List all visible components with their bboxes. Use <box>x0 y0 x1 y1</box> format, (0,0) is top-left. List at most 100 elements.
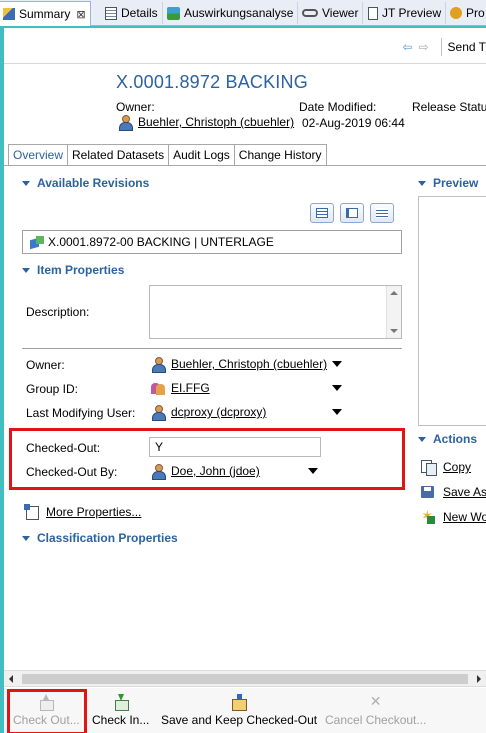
item-revision-icon <box>29 235 45 249</box>
actions-section[interactable]: Actions <box>418 432 477 446</box>
save-as-link[interactable]: Save As <box>443 485 486 499</box>
list-view-button[interactable] <box>370 203 394 223</box>
preview-title: Preview <box>433 176 479 190</box>
back-arrow-icon[interactable]: ⇦ <box>402 40 412 54</box>
checked-out-value: Y <box>155 440 164 454</box>
item-properties-title: Item Properties <box>37 263 125 277</box>
cancel-checkout-button[interactable]: Cancel Checkout... <box>325 693 427 727</box>
scroll-up-icon[interactable] <box>390 291 398 295</box>
save-as-icon <box>421 485 436 499</box>
user-icon <box>151 405 166 421</box>
checked-out-by-link[interactable]: Doe, John (jdoe) <box>171 464 260 478</box>
properties-icon <box>450 7 462 19</box>
revision-view-buttons <box>310 203 394 223</box>
available-revisions-title: Available Revisions <box>37 176 150 190</box>
tab-properties[interactable]: Pro <box>446 2 486 24</box>
scroll-left-icon[interactable] <box>9 675 13 683</box>
revision-label: X.0001.8972-00 BACKING | UNTERLAGE <box>48 235 274 249</box>
tree-view-button[interactable] <box>340 203 364 223</box>
jt-preview-icon <box>368 6 378 20</box>
collapse-icon <box>22 535 30 541</box>
editor-toolbar: ⇦ ⇨ Send T <box>402 38 486 56</box>
group-id-link[interactable]: EI.FFG <box>171 381 210 395</box>
user-icon <box>118 115 133 131</box>
owner-header-link[interactable]: Buehler, Christoph (cbuehler) <box>138 115 294 129</box>
classification-properties-title: Classification Properties <box>37 531 178 545</box>
group-icon <box>151 381 165 395</box>
date-modified-value: 02-Aug-2019 06:44 <box>302 116 405 130</box>
properties-icon <box>24 504 40 520</box>
checked-out-field[interactable]: Y <box>149 437 321 457</box>
tab-change-history[interactable]: Change History <box>234 144 327 166</box>
description-label: Description: <box>26 305 90 319</box>
owner-link[interactable]: Buehler, Christoph (cbuehler) <box>171 357 327 371</box>
details-icon <box>105 6 117 20</box>
collapse-icon <box>418 436 426 442</box>
save-as-action[interactable]: Save As <box>421 485 486 499</box>
summary-editor: ⇦ ⇨ Send T X.0001.8972 BACKING Owner: Da… <box>0 26 486 733</box>
last-modifying-user-label: Last Modifying User: <box>26 406 136 420</box>
tab-viewer[interactable]: Viewer <box>298 2 364 24</box>
tab-details[interactable]: Details <box>101 2 163 24</box>
tab-jt-preview[interactable]: JT Preview <box>364 2 447 24</box>
tab-auswirkungsanalyse[interactable]: Auswirkungsanalyse <box>163 2 299 24</box>
preview-section[interactable]: Preview <box>418 176 478 190</box>
view-tab-strip: Summary ⊠ Details Auswirkungsanalyse Vie… <box>0 0 486 26</box>
more-properties-label[interactable]: More Properties... <box>46 505 141 519</box>
tab-summary[interactable]: Summary ⊠ <box>0 1 91 26</box>
description-scrollbar[interactable] <box>386 286 401 338</box>
copy-link[interactable]: Copy <box>443 460 471 474</box>
classification-properties-section[interactable]: Classification Properties <box>22 531 178 545</box>
tab-summary-label: Summary <box>19 7 71 21</box>
save-keep-label: Save and Keep Checked-Out <box>161 713 318 727</box>
send-to-button[interactable]: Send T <box>448 40 486 54</box>
description-field[interactable] <box>149 285 402 339</box>
more-properties-link[interactable]: More Properties... <box>24 504 141 520</box>
scrollbar-thumb[interactable] <box>22 674 468 684</box>
new-workflow-link[interactable]: New Wo <box>443 510 486 524</box>
new-workflow-icon <box>421 507 436 525</box>
subtab-bar: Overview Related Datasets Audit Logs Cha… <box>8 144 327 166</box>
owner-value: Buehler, Christoph (cbuehler) <box>151 357 327 373</box>
save-keep-checked-out-button[interactable]: Save and Keep Checked-Out <box>161 694 317 727</box>
available-revisions-section[interactable]: Available Revisions <box>22 176 149 190</box>
table-view-button[interactable] <box>310 203 334 223</box>
collapse-icon <box>418 180 426 186</box>
tab-related-datasets[interactable]: Related Datasets <box>68 144 170 166</box>
impact-analysis-icon <box>167 6 180 20</box>
checked-out-label: Checked-Out: <box>26 441 101 455</box>
scroll-right-icon[interactable] <box>477 675 481 683</box>
tab-audit-logs[interactable]: Audit Logs <box>169 144 235 166</box>
owner-dropdown-icon[interactable] <box>332 361 342 367</box>
tab-overview[interactable]: Overview <box>8 144 69 166</box>
owner-header-value: Buehler, Christoph (cbuehler) <box>118 115 294 131</box>
cancel-checkout-label: Cancel Checkout... <box>325 713 427 727</box>
last-modifying-user-link[interactable]: dcproxy (dcproxy) <box>171 405 266 419</box>
list-view-icon <box>376 208 388 218</box>
forward-arrow-icon[interactable]: ⇨ <box>418 40 428 54</box>
check-in-button[interactable]: Check In... <box>92 694 149 727</box>
page-title: X.0001.8972 BACKING <box>116 72 308 92</box>
new-workflow-action[interactable]: New Wo <box>421 507 486 525</box>
summary-icon <box>3 8 15 20</box>
revision-list[interactable]: X.0001.8972-00 BACKING | UNTERLAGE <box>22 230 402 254</box>
check-in-icon <box>113 694 129 711</box>
group-id-label: Group ID: <box>26 382 79 396</box>
release-status-label: Release Status <box>412 100 486 114</box>
copy-action[interactable]: Copy <box>421 460 471 476</box>
preview-panel <box>418 196 486 426</box>
collapse-icon <box>22 267 30 273</box>
date-modified-label: Date Modified: <box>299 100 377 114</box>
cancel-checkout-icon <box>368 693 384 710</box>
item-properties-section[interactable]: Item Properties <box>22 263 124 277</box>
header-divider <box>4 63 486 64</box>
scroll-down-icon[interactable] <box>390 329 398 333</box>
tab-details-label: Details <box>121 6 158 20</box>
horizontal-scrollbar[interactable] <box>4 670 486 687</box>
save-keep-icon <box>231 694 248 711</box>
toolbar-separator <box>440 38 442 56</box>
group-dropdown-icon[interactable] <box>332 385 342 391</box>
close-icon[interactable]: ⊠ <box>76 8 85 21</box>
checked-out-by-dropdown-icon[interactable] <box>308 468 318 474</box>
last-modifying-user-dropdown-icon[interactable] <box>332 409 342 415</box>
